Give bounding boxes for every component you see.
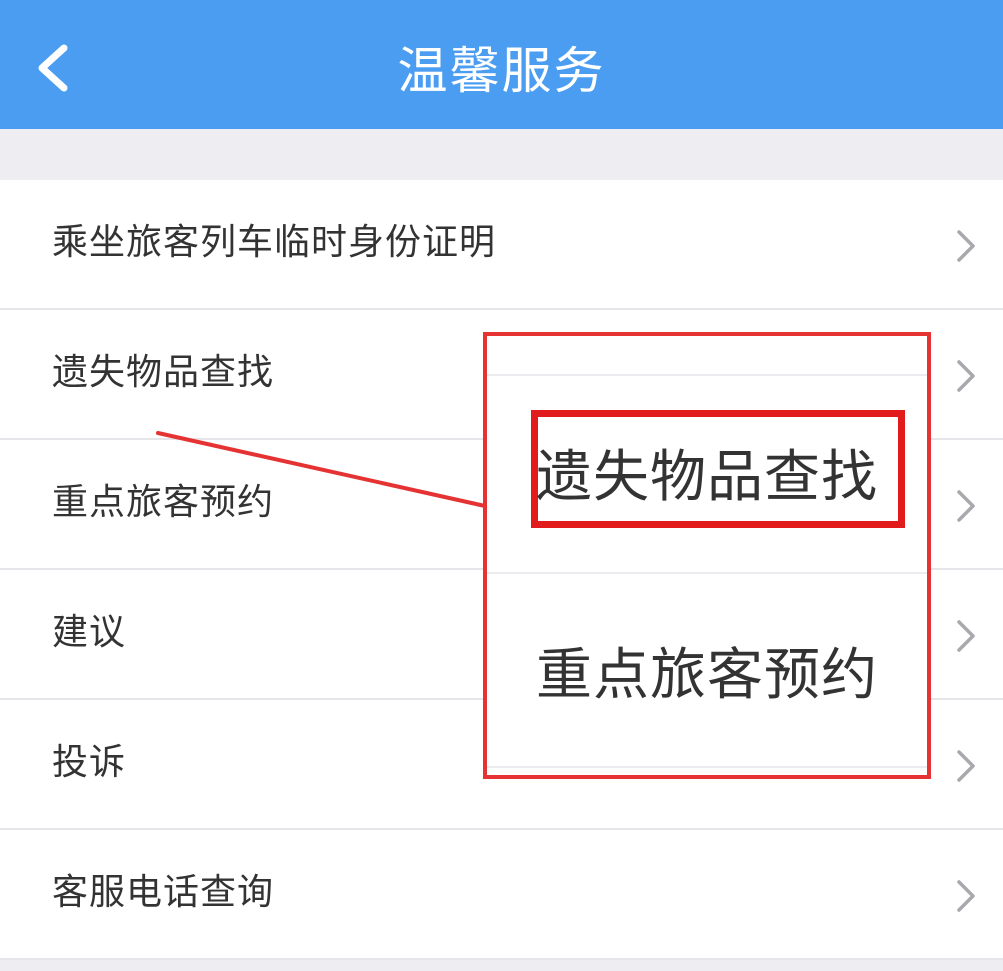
chevron-right-icon xyxy=(957,880,975,912)
list-item-label: 遗失物品查找 xyxy=(52,352,275,393)
list-item-label: 建议 xyxy=(52,612,127,653)
list-item-label: 乘坐旅客列车临时身份证明 xyxy=(52,222,497,263)
list-item-temp-id[interactable]: 乘坐旅客列车临时身份证明 xyxy=(0,180,1003,310)
chevron-right-icon xyxy=(957,490,975,522)
chevron-right-icon xyxy=(957,230,975,262)
zoom-divider xyxy=(487,572,927,574)
app-header: 温馨服务 xyxy=(0,0,1003,129)
list-item-hotline[interactable]: 客服电话查询 xyxy=(0,830,1003,960)
zoom-callout: 遗失物品查找 重点旅客预约 xyxy=(483,332,931,779)
zoom-label-lost-found: 遗失物品查找 xyxy=(536,445,878,510)
list-item-label: 重点旅客预约 xyxy=(52,482,275,523)
page-title: 温馨服务 xyxy=(397,42,606,100)
chevron-right-icon xyxy=(957,750,975,782)
zoom-label-priority-booking: 重点旅客预约 xyxy=(536,643,878,708)
chevron-right-icon xyxy=(957,620,975,652)
back-button[interactable] xyxy=(30,40,80,96)
zoom-divider xyxy=(487,766,927,768)
zoom-divider xyxy=(487,374,927,376)
chevron-left-icon xyxy=(38,44,68,92)
list-item-label: 客服电话查询 xyxy=(52,872,275,913)
list-item-label: 投诉 xyxy=(52,742,127,783)
bottom-divider xyxy=(0,964,1003,971)
chevron-right-icon xyxy=(957,360,975,392)
